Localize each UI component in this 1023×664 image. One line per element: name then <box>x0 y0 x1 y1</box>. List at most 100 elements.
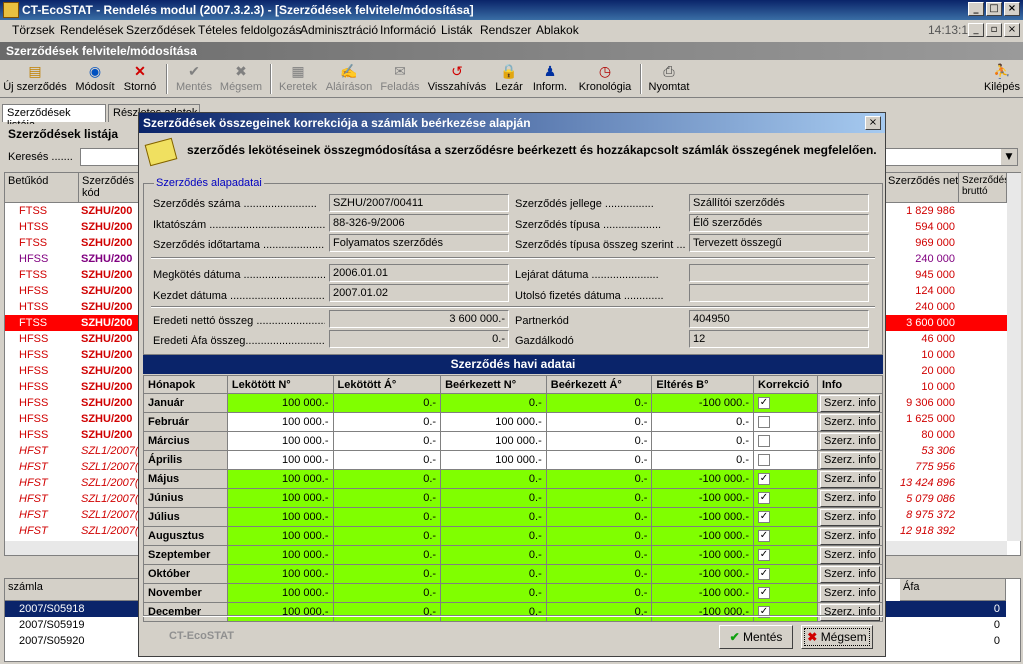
search-label: Keresés ....... <box>8 151 73 163</box>
contract-info-button[interactable]: Szerz. info <box>819 527 880 545</box>
child-minimize-icon[interactable]: _ <box>968 23 984 37</box>
row-net: 80 000 <box>921 429 955 441</box>
month-name-cell: Szeptember <box>143 545 228 565</box>
month-name-cell: December <box>143 602 228 622</box>
received-vat-cell: 0.- <box>545 602 653 622</box>
correction-checkbox[interactable]: ✓ <box>758 473 770 486</box>
col-header-betukod[interactable]: Betűkód <box>5 173 79 203</box>
contract-info-button[interactable]: Szerz. info <box>819 432 880 450</box>
menu-teteles-feldolgozas[interactable]: Tételes feldolgozás <box>198 23 301 37</box>
correction-checkbox[interactable]: ✓ <box>758 587 770 600</box>
correction-dialog: Szerződések összegeinek korrekciója a sz… <box>138 112 886 657</box>
month-name-cell: Január <box>143 393 228 413</box>
vertical-scrollbar[interactable] <box>1007 173 1021 541</box>
menu-rendelesek[interactable]: Rendelések <box>60 23 123 37</box>
month-row: Július 100 000.- 0.- 0.- 0.- -100 000.- ✓ Szerz… <box>143 507 884 527</box>
difference-cell: 0.- <box>651 450 754 470</box>
month-name-cell: Február <box>143 412 228 432</box>
print-button[interactable]: ⎙ Nyomtat <box>646 62 692 96</box>
received-net-cell: 0.- <box>440 526 547 546</box>
cancel-button[interactable]: ✖ Mégsem <box>801 625 873 649</box>
menu-informacio[interactable]: Információ <box>380 23 436 37</box>
col-header-szerzodes-kod[interactable]: Szerződés kód <box>79 173 141 203</box>
menu-ablakok[interactable]: Ablakok <box>536 23 579 37</box>
correction-checkbox[interactable] <box>758 416 770 429</box>
recall-button[interactable]: ↺ Visszahívás <box>426 62 488 96</box>
cancel-toolbar-button[interactable]: ✖ Mégsem <box>218 62 264 96</box>
contract-info-button[interactable]: Szerz. info <box>819 451 880 469</box>
difference-cell: -100 000.- <box>651 545 754 565</box>
exit-button[interactable]: ⛹ Kilépés <box>982 62 1022 96</box>
menu-listak[interactable]: Listák <box>441 23 472 37</box>
maximize-icon[interactable]: □ <box>986 2 1002 16</box>
correction-checkbox[interactable]: ✓ <box>758 397 770 410</box>
row-code: HFST <box>19 509 48 521</box>
field-label: Szerződés típusa összeg szerint ... <box>515 239 686 251</box>
contract-info-button[interactable]: Szerz. info <box>819 584 880 602</box>
row-contract: SZL1/2007( <box>81 509 139 521</box>
chronology-button[interactable]: ◷ Kronológia <box>576 62 634 96</box>
contract-info-button[interactable]: Szerz. info <box>819 413 880 431</box>
inform-button[interactable]: ♟ Inform. <box>530 62 570 96</box>
committed-net-cell: 100 000.- <box>226 507 334 527</box>
contract-info-button[interactable]: Szerz. info <box>819 508 880 526</box>
correction-checkbox[interactable]: ✓ <box>758 492 770 505</box>
contract-info-button[interactable]: Szerz. info <box>819 603 880 621</box>
menu-szerzodesek[interactable]: Szerződések <box>126 23 195 37</box>
committed-net-cell: 100 000.- <box>226 469 334 489</box>
field-label: Partnerkód <box>515 315 569 327</box>
partner-code-field: 404950 <box>689 310 869 328</box>
dialog-close-icon[interactable]: × <box>865 116 881 130</box>
correction-cell: ✓ <box>753 526 818 546</box>
minimize-icon[interactable]: _ <box>968 2 984 16</box>
correction-cell <box>753 412 818 432</box>
new-contract-button[interactable]: ▤ Új szerződés <box>2 62 68 96</box>
menu-adminisztracio[interactable]: Adminisztráció <box>300 23 378 37</box>
correction-checkbox[interactable]: ✓ <box>758 530 770 543</box>
col-header-afa[interactable]: Áfa <box>900 579 1006 601</box>
correction-checkbox[interactable] <box>758 435 770 448</box>
col-header-brutto[interactable]: Szerződés bruttó <box>959 173 1007 203</box>
col-header-committed-vat: Lekötött Á° <box>332 375 442 394</box>
modify-button[interactable]: ◉ Módosít <box>72 62 118 96</box>
contract-type-field: Élő szerződés <box>689 214 869 232</box>
received-net-cell: 100 000.- <box>440 412 547 432</box>
tab-contracts-list[interactable]: Szerződések listája <box>2 104 106 131</box>
row-net: 8 975 372 <box>906 509 955 521</box>
contract-nature-field: Szállítói szerződés <box>689 194 869 212</box>
child-close-icon[interactable]: × <box>1004 23 1020 37</box>
correction-checkbox[interactable] <box>758 454 770 467</box>
correction-checkbox[interactable]: ✓ <box>758 511 770 524</box>
child-restore-icon[interactable]: ▫ <box>986 23 1002 37</box>
month-row: Január 100 000.- 0.- 0.- 0.- -100 000.- ✓ Szerz… <box>143 393 884 413</box>
frames-button[interactable]: ▦ Keretek <box>276 62 320 96</box>
dropdown-arrow-icon[interactable]: ▼ <box>1001 149 1017 165</box>
committed-vat-cell: 0.- <box>332 526 442 546</box>
lock-icon: 🔒 <box>500 63 518 79</box>
difference-cell: -100 000.- <box>651 583 754 603</box>
close-contract-button[interactable]: 🔒 Lezár <box>492 62 526 96</box>
save-button[interactable]: ✔ Mentés <box>719 625 793 649</box>
menu-torzsek[interactable]: Törzsek <box>12 23 55 37</box>
correction-checkbox[interactable]: ✓ <box>758 568 770 581</box>
correction-checkbox[interactable]: ✓ <box>758 549 770 562</box>
window-title-bar: CT-EcoSTAT - Rendelés modul (2007.3.2.3)… <box>0 0 1023 20</box>
committed-vat-cell: 0.- <box>332 564 442 584</box>
contract-info-button[interactable]: Szerz. info <box>819 489 880 507</box>
info-cell: Szerz. info <box>816 431 884 451</box>
col-header-netto[interactable]: Szerződés nettó <box>885 173 959 203</box>
save-toolbar-button[interactable]: ✔ Mentés <box>172 62 216 96</box>
storno-button[interactable]: ✕ Stornó <box>120 62 160 96</box>
contract-info-button[interactable]: Szerz. info <box>819 394 880 412</box>
menu-rendszer[interactable]: Rendszer <box>480 23 531 37</box>
col-header-szamla[interactable]: számla <box>5 579 141 601</box>
dispatch-button[interactable]: ✉ Feladás <box>378 62 422 96</box>
contract-info-button[interactable]: Szerz. info <box>819 546 880 564</box>
row-code: HFSS <box>19 365 49 377</box>
close-icon[interactable]: × <box>1004 2 1020 16</box>
contract-info-button[interactable]: Szerz. info <box>819 565 880 583</box>
signing-button[interactable]: ✍ Aláíráson <box>324 62 374 96</box>
received-vat-cell: 0.- <box>545 412 653 432</box>
row-contract: SZHU/200 <box>81 301 133 313</box>
contract-info-button[interactable]: Szerz. info <box>819 470 880 488</box>
